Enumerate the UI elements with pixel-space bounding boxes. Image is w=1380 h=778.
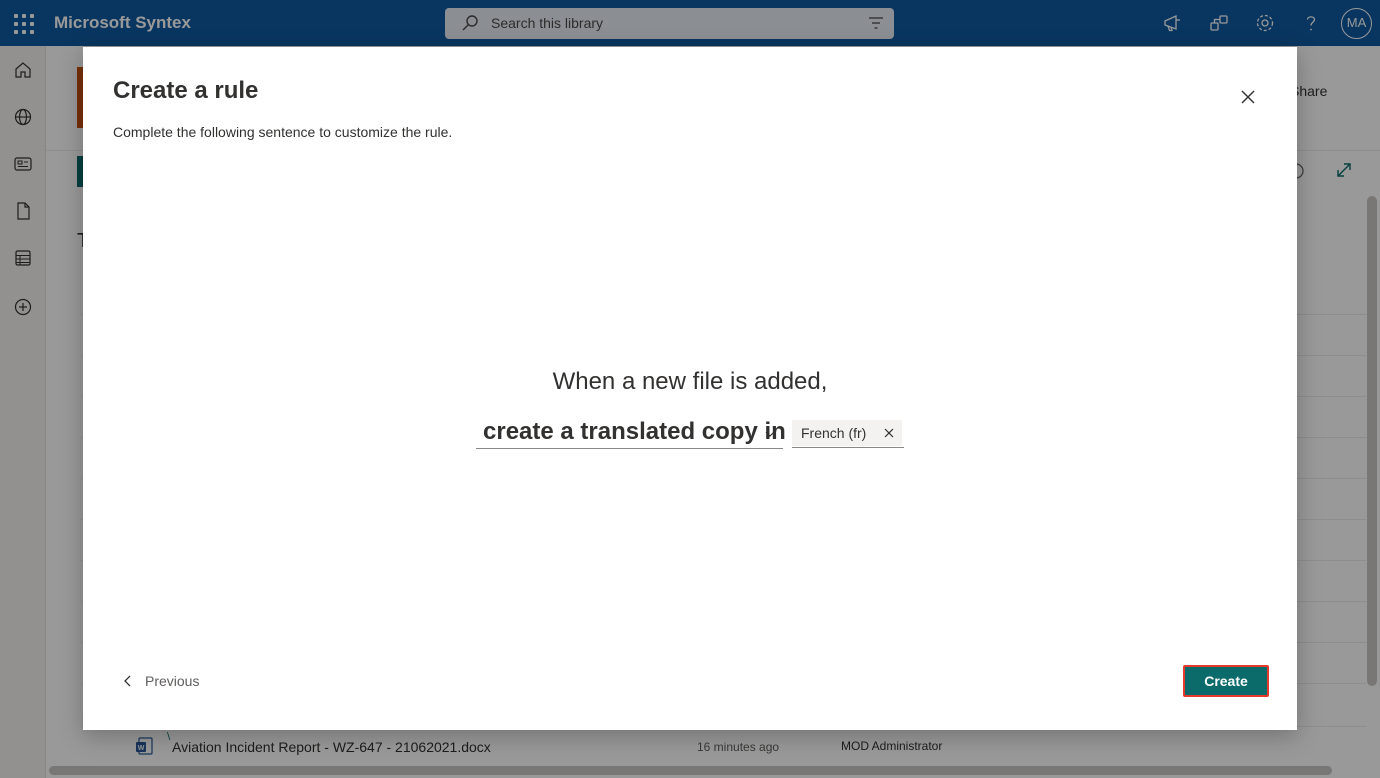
create-rule-dialog: Create a rule Complete the following sen… <box>83 47 1297 730</box>
previous-button[interactable]: Previous <box>123 669 223 693</box>
language-picker[interactable]: French (fr) <box>792 420 904 448</box>
language-chip: French (fr) <box>792 420 902 446</box>
dialog-subtitle: Complete the following sentence to custo… <box>113 124 453 140</box>
remove-chip-icon[interactable] <box>883 427 895 439</box>
create-button[interactable]: Create <box>1183 665 1269 697</box>
action-dropdown[interactable]: create a translated copy in <box>476 417 786 449</box>
chevron-left-icon <box>124 675 131 687</box>
action-dropdown-value: create a translated copy in <box>483 418 786 445</box>
dialog-title: Create a rule <box>113 77 259 104</box>
language-chip-label: French (fr) <box>801 425 867 441</box>
chevron-down-icon <box>765 431 775 437</box>
close-icon[interactable] <box>1239 88 1257 106</box>
rule-trigger-text: When a new file is added, <box>552 368 828 395</box>
previous-label: Previous <box>145 673 200 689</box>
